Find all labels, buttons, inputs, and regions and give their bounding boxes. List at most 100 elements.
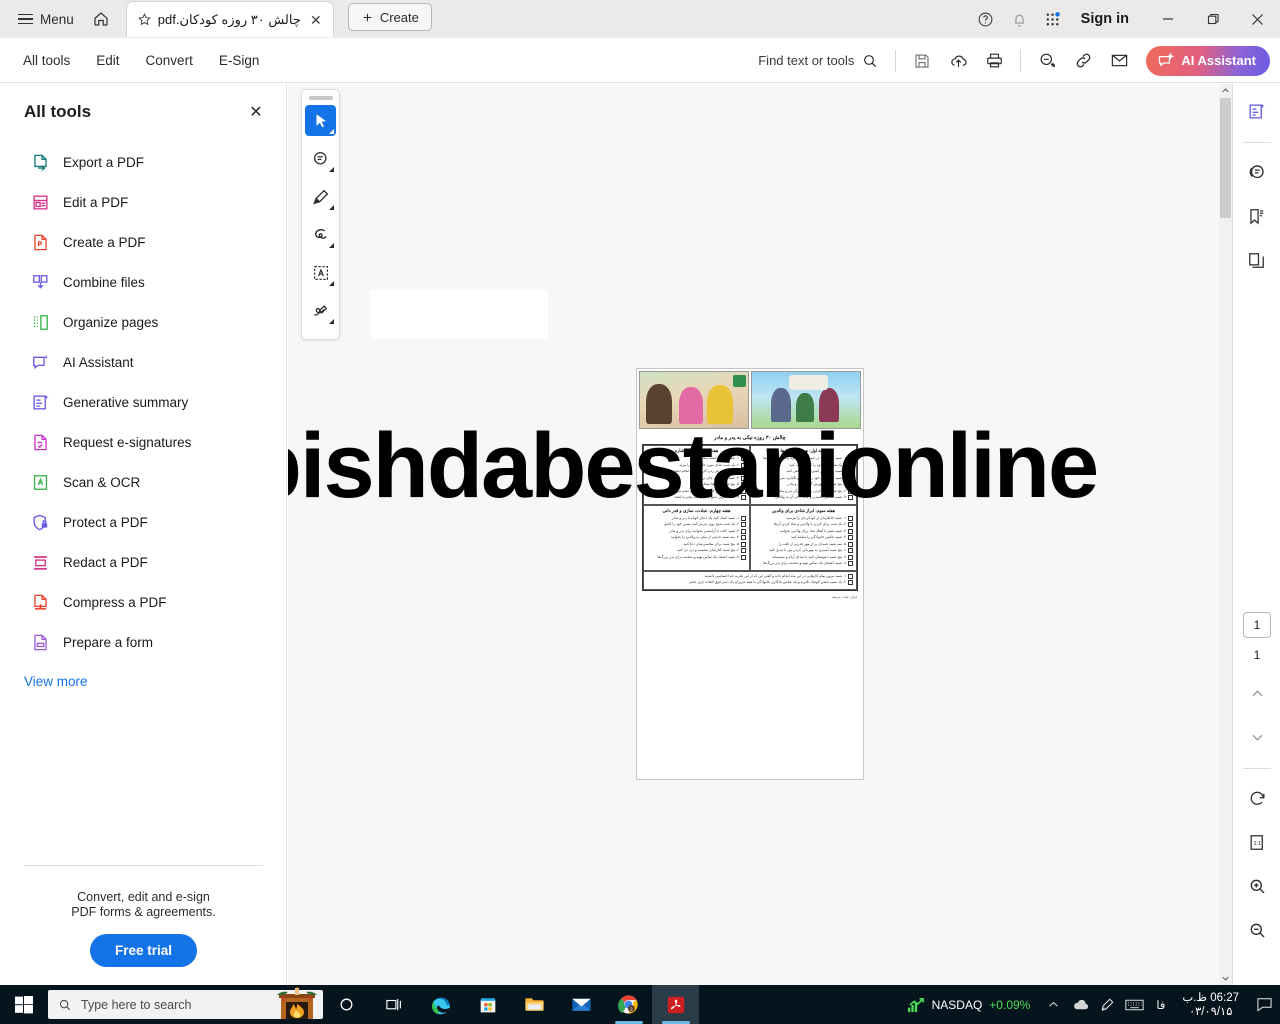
previous-page-button[interactable] [1240, 676, 1274, 710]
checklist-item[interactable]: ۱. شبید صبح با لبخند سلام کنید [647, 456, 746, 461]
restore-window-button[interactable] [1190, 0, 1235, 38]
scroll-up-button[interactable] [1219, 84, 1232, 97]
highlight-tool-button[interactable] [305, 181, 336, 212]
checkbox[interactable] [848, 580, 853, 585]
comment-tool-button[interactable] [305, 143, 336, 174]
checkbox[interactable] [848, 535, 853, 540]
sidebar-item-protect-a-pdf[interactable]: Protect a PDF [0, 502, 286, 542]
taskbar-clock[interactable]: 06:27 ظ.ب ۰۳/۰۹/۱۵ [1173, 991, 1248, 1019]
checklist-item[interactable]: ۳. شبید بدون غر زدن کار بخواهید انجام ده… [647, 469, 746, 474]
email-button[interactable] [1102, 45, 1136, 77]
sign-tool-button[interactable] [305, 295, 336, 326]
checkbox[interactable] [848, 462, 853, 468]
task-view-button[interactable] [370, 985, 417, 1024]
checklist-item[interactable]: ۲. یک شب برای کردن با والدین و شاد کردن … [754, 522, 853, 527]
sidebar-item-organize-pages[interactable]: Organize pages [0, 302, 286, 342]
menu-item-convert[interactable]: Convert [135, 47, 204, 74]
checklist-item[interactable]: ۷. پنج شبید دعوتشان کنید با صدای آرام و … [754, 554, 853, 560]
taskbar-app-mail[interactable] [558, 985, 605, 1024]
checkbox[interactable] [741, 541, 746, 547]
checklist-item[interactable]: ۴. شبید لباس‌های خود را تا کنید و بگذاری… [754, 475, 853, 481]
checkbox[interactable] [741, 535, 746, 540]
checklist-item[interactable]: ۶. پنج شبید صبر کنید تا حرف‌شان تمام شود [647, 488, 746, 494]
checkbox[interactable] [741, 482, 746, 487]
zoom-out-button[interactable] [1240, 913, 1274, 947]
scrollbar-thumb[interactable] [1220, 98, 1231, 218]
checkbox[interactable] [741, 456, 746, 461]
draw-tool-button[interactable] [305, 219, 336, 250]
checkbox[interactable] [741, 548, 746, 553]
checklist-item[interactable]: ۲. یک شب غذای مورد علاقه‌شان را بپزید [647, 462, 746, 468]
sidebar-item-create-a-pdf[interactable]: Create a PDF [0, 222, 286, 262]
save-button[interactable] [905, 45, 939, 77]
generative-summary-rail-button[interactable] [1240, 94, 1274, 128]
canvas-vertical-scrollbar[interactable] [1219, 84, 1232, 985]
sidebar-item-ai-assistant[interactable]: AI Assistant [0, 342, 286, 382]
star-icon[interactable] [137, 12, 152, 27]
checkbox[interactable] [848, 495, 853, 500]
close-tab-button[interactable]: ✕ [307, 11, 325, 29]
checkbox[interactable] [848, 488, 853, 494]
keyboard-tray-button[interactable] [1121, 985, 1148, 1024]
notifications-button[interactable] [1003, 4, 1037, 34]
checklist-item[interactable]: ۸. شبید اعضای یک تماس تهیه و صحبت برای پ… [754, 561, 853, 566]
checkbox[interactable] [848, 469, 853, 474]
comments-rail-button[interactable] [1240, 155, 1274, 189]
checklist-item[interactable]: ۴. شبید عکس خانوادگی را تماشا کنید [754, 535, 853, 540]
checklist-item[interactable]: ۳. شبید با مادر در آشپزخانه همراهی کنید [754, 469, 853, 474]
add-stamp-button[interactable] [1030, 45, 1064, 77]
checklist-item[interactable]: ۷. شبید اعتماد یک تماس تهیه و صحبت برای … [647, 554, 746, 560]
next-page-button[interactable] [1240, 720, 1274, 754]
checklist-item[interactable]: ۳. شبید کتاب با آرامشی بخوانید برای پدر … [647, 528, 746, 534]
fit-page-button[interactable]: 1:1 [1240, 825, 1274, 859]
sidebar-item-prepare-a-form[interactable]: Prepare a form [0, 622, 286, 662]
page-thumbnails-rail-button[interactable] [1240, 243, 1274, 277]
ai-assistant-button[interactable]: AI Assistant [1146, 45, 1270, 76]
menu-item-esign[interactable]: E-Sign [208, 47, 271, 74]
toolbar-drag-handle[interactable] [308, 96, 333, 100]
taskbar-app-acrobat-reader[interactable] [652, 985, 699, 1024]
checkbox[interactable] [848, 456, 853, 461]
taskbar-app-microsoft-store[interactable] [464, 985, 511, 1024]
bookmarks-rail-button[interactable] [1240, 199, 1274, 233]
scroll-down-button[interactable] [1219, 972, 1232, 985]
checkbox[interactable] [848, 548, 853, 553]
pdf-page[interactable]: چالش ۳۰ روزه نیکی به پدر و مادر هفته اول… [636, 368, 864, 780]
sidebar-item-export-a-pdf[interactable]: Export a PDF [0, 142, 286, 182]
find-text-or-tools[interactable]: Find text or tools [750, 48, 886, 74]
checkbox[interactable] [848, 554, 853, 560]
close-sidebar-button[interactable]: ✕ [244, 100, 268, 124]
sidebar-item-scan-and-ocr[interactable]: Scan & OCR [0, 462, 286, 502]
checklist-item[interactable]: ۲. یک شبید جشن کوچک بگیرید و یک عکس یادگ… [647, 580, 853, 585]
share-link-button[interactable] [1066, 45, 1100, 77]
checkbox[interactable] [741, 475, 746, 481]
free-trial-button[interactable]: Free trial [89, 934, 198, 967]
checklist-item[interactable]: ۱. شبید خاطره‌ای از کودکی‌تان را بپرسید [754, 515, 853, 521]
taskbar-app-file-explorer[interactable] [511, 985, 558, 1024]
print-button[interactable] [977, 45, 1011, 77]
onedrive-tray-button[interactable] [1067, 985, 1094, 1024]
menu-button[interactable]: Menu [10, 4, 82, 34]
apps-button[interactable] [1037, 4, 1071, 34]
document-canvas[interactable]: چالش ۳۰ روزه نیکی به پدر و مادر هفته اول… [288, 84, 1232, 985]
stock-widget[interactable]: NASDAQ +0.09% [897, 997, 1041, 1013]
page-number-input[interactable] [1243, 612, 1271, 638]
checkbox[interactable] [848, 475, 853, 481]
menu-item-all-tools[interactable]: All tools [12, 47, 81, 74]
checkbox[interactable] [741, 554, 746, 560]
checklist-item[interactable]: ۵. پنج شبید در آموزش گرفتن پدر و مادر [754, 482, 853, 487]
taskbar-app-edge[interactable] [417, 985, 464, 1024]
checkbox[interactable] [741, 488, 746, 494]
checklist-item[interactable]: ۶. پنج شبید آشپزی به مهربانی کردن بین با… [754, 548, 853, 553]
text-select-tool-button[interactable] [305, 257, 336, 288]
checklist-item[interactable]: ۴. سه شبید حدیثی از نیکی به والدین را بخ… [647, 535, 746, 540]
checklist-item[interactable]: ۴. شبید برای‌شان چای بریزید [647, 475, 746, 481]
checkbox[interactable] [741, 469, 746, 474]
cortana-button[interactable] [323, 985, 370, 1024]
document-tab[interactable]: چالش ۳۰ روزه کودکان.pdf ✕ [125, 1, 334, 37]
sidebar-item-edit-a-pdf[interactable]: Edit a PDF [0, 182, 286, 222]
checkbox[interactable] [848, 482, 853, 487]
create-button[interactable]: Create [347, 3, 432, 31]
checklist-item[interactable]: ۱. شبید کمک کنید در جمع کردن سفره یا شست… [754, 456, 853, 461]
zoom-in-button[interactable] [1240, 869, 1274, 903]
